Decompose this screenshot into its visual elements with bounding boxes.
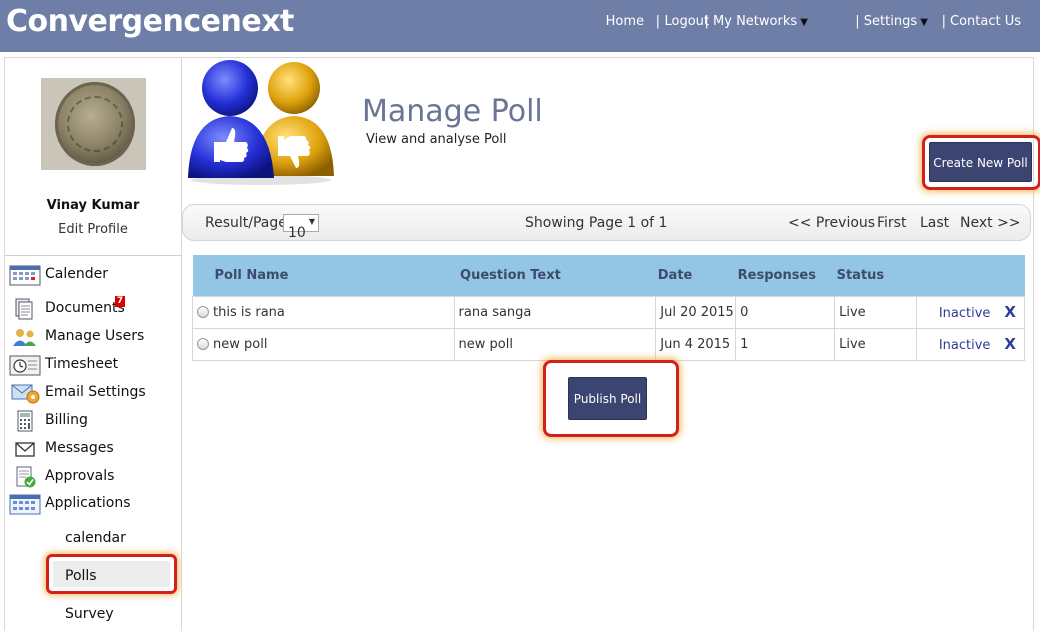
poll-name: this is rana <box>213 304 285 320</box>
sidebar-item-documents[interactable]: Documents 7 <box>7 296 179 322</box>
question-text: new poll <box>453 327 657 361</box>
sidebar-item-billing[interactable]: Billing <box>7 408 179 434</box>
sidebar-item-email-settings[interactable]: Email Settings <box>7 380 179 406</box>
sidebar-item-applications[interactable]: Applications <box>7 491 179 517</box>
sidebar-item-approvals[interactable]: Approvals <box>7 464 179 490</box>
nav-separator: | <box>941 14 946 29</box>
column-header-responses: Responses <box>737 267 816 283</box>
sidebar-item-label: Calender <box>45 266 108 282</box>
nav-settings-link[interactable]: | Settings ▼ <box>855 14 928 29</box>
messages-icon <box>15 442 35 457</box>
sidebar-subitem-polls[interactable]: Polls <box>65 568 97 584</box>
chevron-down-icon: ▼ <box>797 17 808 28</box>
inactive-link[interactable]: Inactive <box>939 306 991 321</box>
main-panel: Manage Poll View and analyse Poll Create… <box>182 57 1040 631</box>
page-title: Manage Poll <box>362 94 543 129</box>
nav-logout-link[interactable]: Logout <box>664 14 709 29</box>
question-text: rana sanga <box>453 295 657 329</box>
nav-contact-link[interactable]: Contact Us <box>950 14 1021 29</box>
column-header-status: Status <box>836 267 885 283</box>
sidebar-item-label: Email Settings <box>45 384 146 400</box>
poll-status: Live <box>834 327 918 361</box>
row-select-radio[interactable] <box>197 306 209 318</box>
inactive-link[interactable]: Inactive <box>939 338 991 353</box>
first-page-link[interactable]: First <box>877 215 906 231</box>
row-select-radio[interactable] <box>197 338 209 350</box>
poll-responses: 1 <box>735 327 836 361</box>
pagination-bar: Result/Page 10 ▼ Showing Page 1 of 1 << … <box>182 204 1031 241</box>
sidebar-item-messages[interactable]: Messages <box>7 436 179 462</box>
results-per-page-select[interactable]: 10 ▼ <box>283 214 319 241</box>
brand-logo[interactable]: Convergencenext <box>6 4 294 39</box>
page-status: Showing Page 1 of 1 <box>525 215 668 231</box>
top-navigation-bar: Convergencenext Home | Logout | My Netwo… <box>0 0 1040 52</box>
nav-my-networks-link[interactable]: | My Networks ▼ <box>705 14 808 29</box>
delete-icon[interactable]: X <box>1004 335 1016 353</box>
table-header-row: Poll Name Question Text Date Responses S… <box>192 255 1025 296</box>
sidebar-item-label: Documents <box>45 300 125 316</box>
poll-date: Jul 20 2015 <box>655 295 737 329</box>
sidebar-item-label: Manage Users <box>45 328 145 344</box>
create-new-poll-button[interactable]: Create New Poll <box>929 142 1032 182</box>
sidebar: Vinay Kumar Edit Profile Calender Docume… <box>4 57 182 631</box>
column-header-date: Date <box>657 267 693 283</box>
nav-separator: | <box>655 14 660 29</box>
poll-status: Live <box>834 295 918 329</box>
column-header-question-text: Question Text <box>460 267 561 283</box>
last-page-link[interactable]: Last <box>920 215 949 231</box>
poll-responses: 0 <box>735 295 836 329</box>
table-row: new poll new poll Jun 4 2015 1 Live Inac… <box>192 327 1025 361</box>
poll-date: Jun 4 2015 <box>655 327 737 361</box>
applications-icon <box>9 494 41 515</box>
previous-page-link[interactable]: << Previous <box>788 215 875 231</box>
sidebar-item-label: Messages <box>45 440 114 456</box>
sidebar-item-label: Billing <box>45 412 88 428</box>
documents-icon <box>15 298 33 320</box>
publish-poll-button[interactable]: Publish Poll <box>568 377 647 420</box>
users-icon <box>13 329 36 346</box>
poll-people-icon <box>188 60 334 185</box>
chevron-down-icon: ▼ <box>917 17 928 28</box>
page-subtitle: View and analyse Poll <box>366 132 507 147</box>
poll-name: new poll <box>213 336 268 352</box>
sidebar-subitem-survey[interactable]: Survey <box>65 606 114 622</box>
coin-image <box>55 82 135 166</box>
approvals-icon <box>16 466 36 488</box>
billing-icon <box>17 410 33 432</box>
sidebar-item-manage-users[interactable]: Manage Users <box>7 324 179 350</box>
nav-home-link[interactable]: Home <box>606 14 644 29</box>
polls-table: Poll Name Question Text Date Responses S… <box>192 255 1025 361</box>
sidebar-item-label: Approvals <box>45 468 115 484</box>
divider <box>5 255 181 256</box>
delete-icon[interactable]: X <box>1004 303 1016 321</box>
result-per-page-label: Result/Page <box>205 215 287 231</box>
timesheet-icon <box>9 355 41 376</box>
avatar[interactable] <box>41 78 146 170</box>
column-header-poll-name: Poll Name <box>214 267 289 283</box>
sidebar-item-timesheet[interactable]: Timesheet <box>7 352 179 378</box>
chevron-down-icon: ▼ <box>308 217 315 226</box>
sidebar-subitem-calendar[interactable]: calendar <box>65 530 126 546</box>
calendar-icon <box>9 265 41 286</box>
sidebar-item-label: Timesheet <box>45 356 119 372</box>
notification-badge: 7 <box>115 296 125 307</box>
user-name: Vinay Kumar <box>46 198 140 213</box>
next-page-link[interactable]: Next >> <box>960 215 1021 231</box>
table-row: this is rana rana sanga Jul 20 2015 0 Li… <box>192 295 1025 329</box>
edit-profile-link[interactable]: Edit Profile <box>5 222 181 237</box>
email-settings-icon <box>11 384 40 404</box>
sidebar-item-label: Applications <box>45 495 131 511</box>
sidebar-item-calender[interactable]: Calender <box>7 262 179 288</box>
